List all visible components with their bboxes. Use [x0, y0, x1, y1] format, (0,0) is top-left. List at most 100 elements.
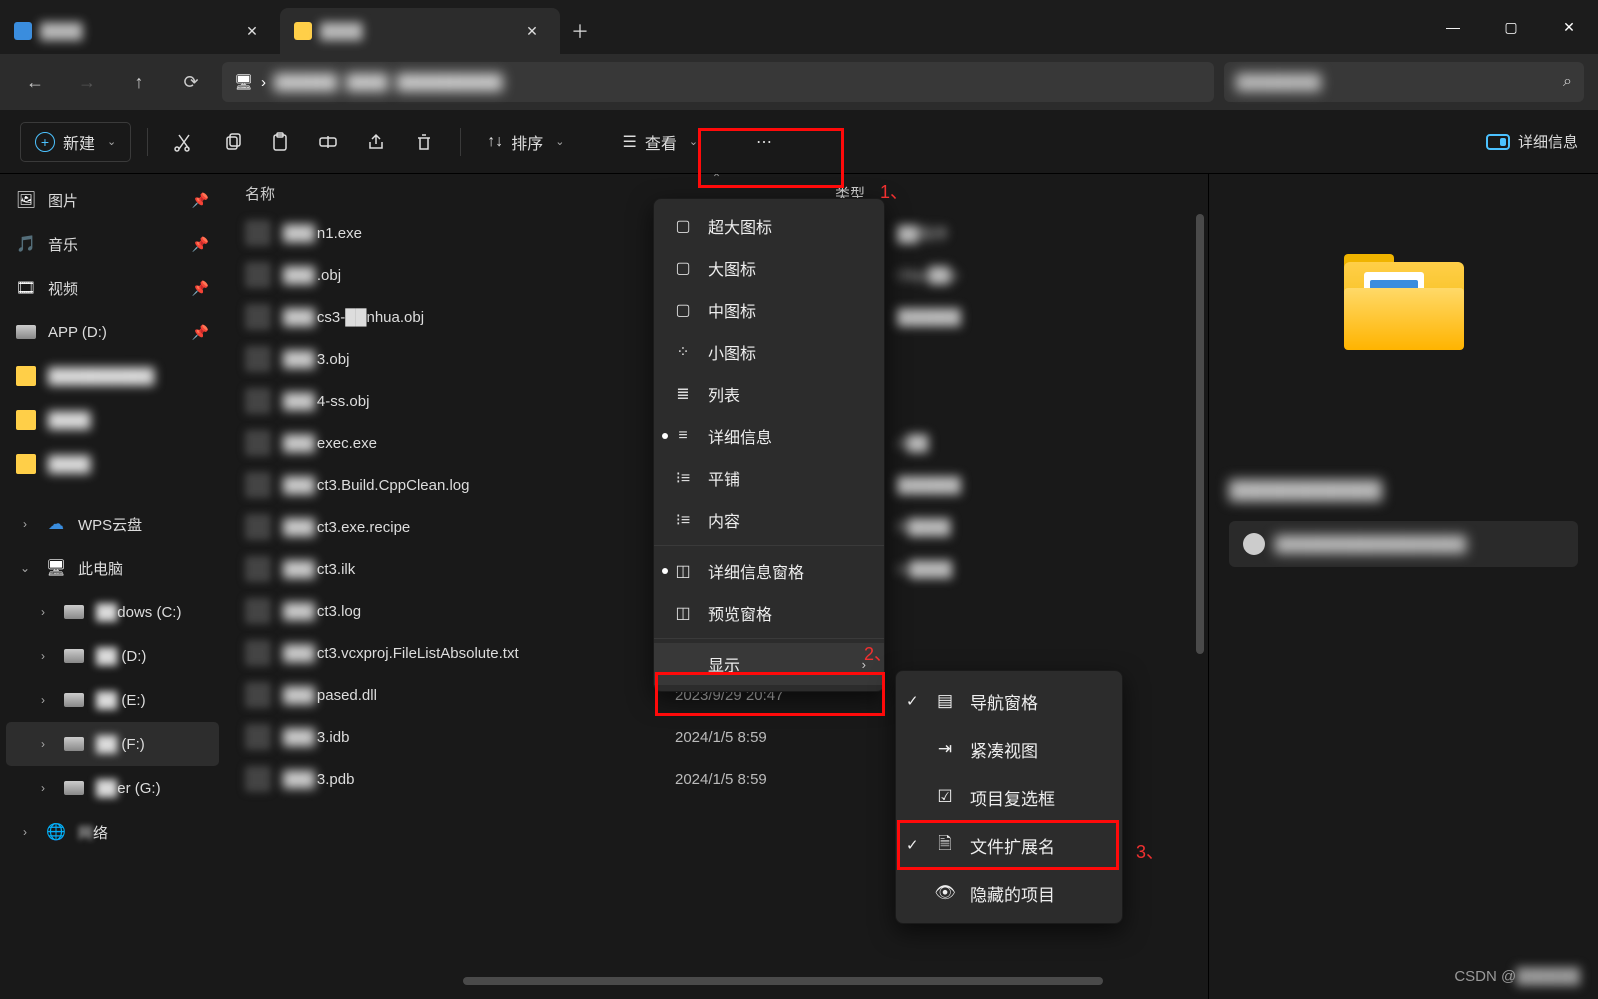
paste-button[interactable] — [260, 122, 300, 162]
breadcrumb-segment[interactable]: ██████████ — [396, 74, 502, 91]
show-submenu: ✓▤ 导航窗格⇥ 紧凑视图☑ 项目复选框✓🗎 文件扩展名👁 隐藏的项目 — [895, 670, 1123, 924]
close-window-button[interactable]: ✕ — [1540, 0, 1598, 54]
vertical-scrollbar[interactable] — [1194, 214, 1206, 774]
breadcrumb-segment[interactable]: ████ — [346, 74, 389, 91]
file-icon — [245, 220, 271, 246]
up-button[interactable]: ↑ — [118, 62, 160, 102]
more-icon: ⋯ — [756, 132, 772, 152]
column-name[interactable]: 名称 — [245, 183, 625, 204]
sidebar-item-app-d[interactable]: APP (D:)📌 — [6, 310, 219, 354]
file-name-suffix: ct3.Build.CppClean.log — [317, 477, 470, 494]
menu-item[interactable]: ◫ 详细信息窗格 — [654, 550, 884, 592]
list-icon: ☰ — [622, 132, 636, 152]
details-pane-icon — [1486, 134, 1510, 150]
file-name-suffix: ct3.exe.recipe — [317, 519, 410, 536]
details-toggle[interactable]: 详细信息 — [1486, 131, 1578, 152]
sidebar-item-drive-g[interactable]: ›██er (G:) — [6, 766, 219, 810]
menu-item[interactable]: ▢ 超大图标 — [654, 205, 884, 247]
address-bar[interactable]: 🖥 › ██████ ████ ██████████ — [222, 62, 1214, 102]
menu-item[interactable]: ⁝≡ 平铺 — [654, 457, 884, 499]
menu-label: 预览窗格 — [708, 601, 772, 625]
menu-item[interactable]: ◫ 预览窗格 — [654, 592, 884, 634]
search-icon[interactable]: ⌕ — [1563, 73, 1572, 91]
tab-2[interactable]: ████ ✕ — [280, 8, 560, 54]
view-button[interactable]: ☰ 查看 ⌄ — [612, 122, 708, 162]
sidebar-item-wps-cloud[interactable]: ›☁WPS云盘 — [6, 502, 219, 546]
search-box[interactable]: ████████ ⌕ — [1224, 62, 1584, 102]
view-mode-icon: ≣ — [672, 384, 694, 404]
file-name-prefix: ███ — [283, 477, 315, 494]
copy-button[interactable] — [212, 122, 252, 162]
folder-large-icon — [1344, 254, 1464, 350]
sidebar-item[interactable]: ████ — [6, 398, 219, 442]
annotation-label-3: 3、 — [1136, 838, 1164, 864]
sidebar-item[interactable]: ████ — [6, 442, 219, 486]
pictures-icon: 🖼 — [16, 190, 36, 210]
view-dropdown-menu: ▢ 超大图标▢ 大图标▢ 中图标⁘ 小图标≣ 列表≡ 详细信息⁝≡ 平铺⁝≡ 内… — [653, 198, 885, 692]
submenu-item[interactable]: ⇥ 紧凑视图 — [896, 725, 1122, 773]
rename-button[interactable] — [308, 122, 348, 162]
file-name-prefix: ███ — [283, 561, 315, 578]
sidebar-item-drive-e[interactable]: ›██ (E:) — [6, 678, 219, 722]
sidebar-item-this-pc[interactable]: ⌄🖥此电脑 — [6, 546, 219, 590]
breadcrumb-sep: › — [261, 74, 266, 91]
sidebar-item-drive-f[interactable]: ›██ (F:) — [6, 722, 219, 766]
file-name-suffix: ct3.vcxproj.FileListAbsolute.txt — [317, 645, 519, 662]
sidebar-item-network[interactable]: ›🌐网络 — [6, 810, 219, 854]
videos-icon: 🎞 — [16, 278, 36, 298]
file-name-prefix: ███ — [283, 603, 315, 620]
menu-item-show[interactable]: 显示 › — [654, 643, 884, 685]
file-name-suffix: ct3.ilk — [317, 561, 355, 578]
option-icon: 🗎 — [934, 831, 956, 860]
forward-button[interactable]: → — [66, 62, 108, 102]
file-type: ██████ — [897, 477, 1027, 494]
sidebar-item-pictures[interactable]: 🖼图片📌 — [6, 178, 219, 222]
menu-item[interactable]: ≣ 列表 — [654, 373, 884, 415]
menu-item[interactable]: ▢ 大图标 — [654, 247, 884, 289]
tab-1[interactable]: ████ ✕ — [0, 8, 280, 54]
cut-button[interactable] — [164, 122, 204, 162]
drive-icon — [64, 646, 84, 666]
new-tab-button[interactable]: ＋ — [560, 8, 600, 54]
sidebar-item[interactable]: ██████████ — [6, 354, 219, 398]
menu-item[interactable]: ⁘ 小图标 — [654, 331, 884, 373]
submenu-item[interactable]: 👁 隐藏的项目 — [896, 869, 1122, 917]
submenu-item[interactable]: ☑ 项目复选框 — [896, 773, 1122, 821]
tab-close-button[interactable]: ✕ — [238, 17, 266, 45]
sort-button[interactable]: ↑↓ 排序 ⌄ — [477, 122, 574, 162]
sidebar-item-drive-c[interactable]: ›██dows (C:) — [6, 590, 219, 634]
submenu-item[interactable]: ✓▤ 导航窗格 — [896, 677, 1122, 725]
file-name-prefix: ███ — [283, 435, 315, 452]
file-name-suffix: cs3-██nhua.obj — [317, 309, 424, 326]
file-icon — [245, 388, 271, 414]
delete-button[interactable] — [404, 122, 444, 162]
menu-item[interactable]: ▢ 中图标 — [654, 289, 884, 331]
sidebar: 🖼图片📌 🎵音乐📌 🎞视频📌 APP (D:)📌 ██████████ ████… — [0, 174, 225, 999]
menu-item[interactable]: ≡ 详细信息 — [654, 415, 884, 457]
sidebar-item-drive-d[interactable]: ›██ (D:) — [6, 634, 219, 678]
chevron-right-icon: › — [34, 605, 52, 619]
submenu-item[interactable]: ✓🗎 文件扩展名 — [896, 821, 1122, 869]
file-name-prefix: ███ — [283, 393, 315, 410]
sidebar-item-music[interactable]: 🎵音乐📌 — [6, 222, 219, 266]
tab-close-button[interactable]: ✕ — [518, 17, 546, 45]
file-name-suffix: ct3.log — [317, 603, 361, 620]
preview-property-row[interactable]: ██████████████████ — [1229, 521, 1578, 567]
refresh-button[interactable]: ⟳ — [170, 62, 212, 102]
new-button[interactable]: + 新建 ⌄ — [20, 122, 131, 162]
check-icon: ✓ — [906, 692, 919, 710]
back-button[interactable]: ← — [14, 62, 56, 102]
file-icon — [245, 556, 271, 582]
file-icon — [245, 262, 271, 288]
share-button[interactable] — [356, 122, 396, 162]
collapse-icon[interactable]: ⌃ — [225, 174, 1208, 185]
menu-item[interactable]: ⁝≡ 内容 — [654, 499, 884, 541]
breadcrumb-segment[interactable]: ██████ — [274, 74, 338, 91]
more-button[interactable]: ⋯ — [746, 122, 782, 162]
horizontal-scrollbar[interactable] — [463, 977, 1192, 989]
minimize-button[interactable]: — — [1424, 0, 1482, 54]
view-mode-icon: ▢ — [672, 258, 694, 278]
check-icon: ✓ — [906, 836, 919, 854]
sidebar-item-videos[interactable]: 🎞视频📌 — [6, 266, 219, 310]
maximize-button[interactable]: ▢ — [1482, 0, 1540, 54]
